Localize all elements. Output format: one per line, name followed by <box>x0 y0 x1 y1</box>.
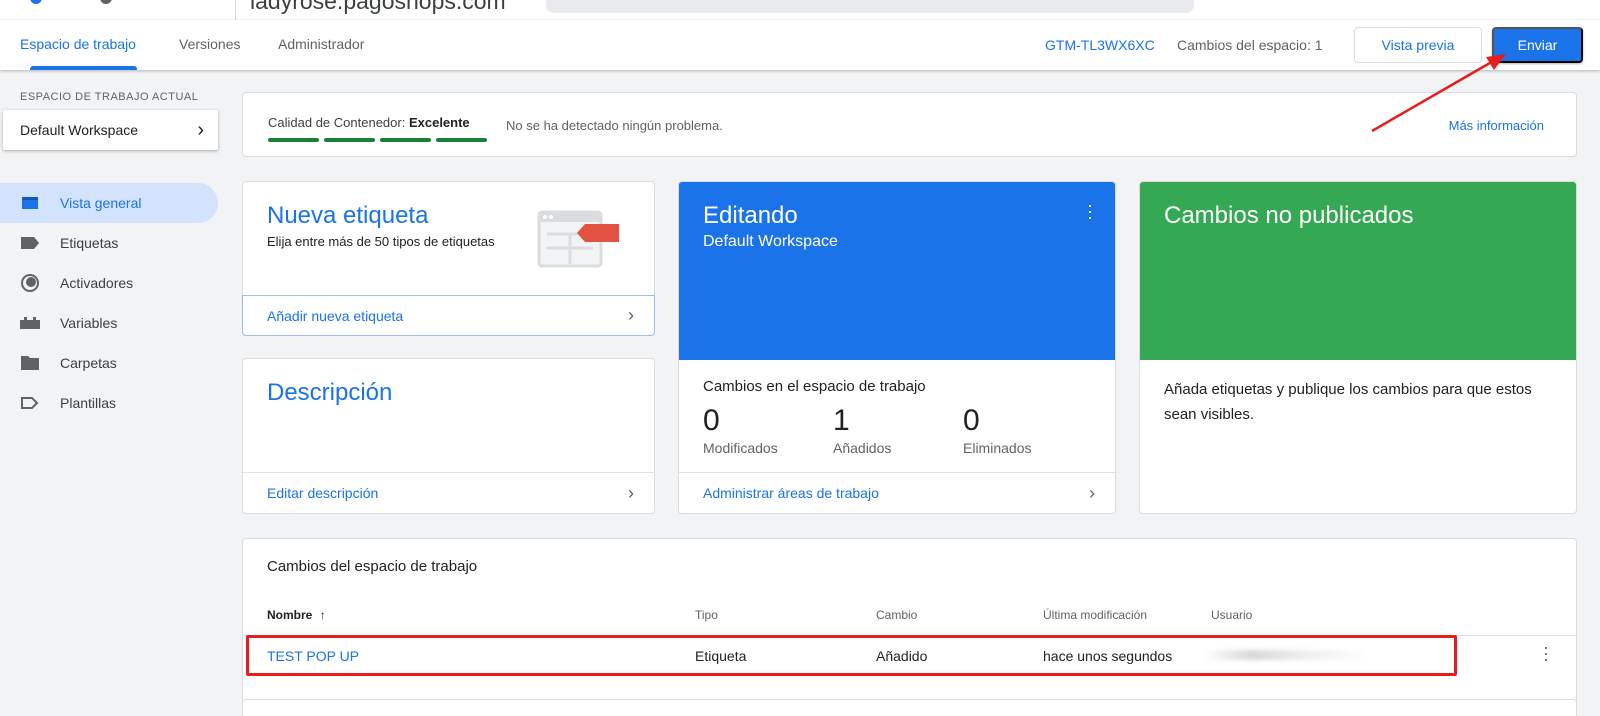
unpublished-title: Cambios no publicados <box>1164 202 1414 229</box>
new-tag-title[interactable]: Nueva etiqueta <box>267 202 428 230</box>
sidebar-item-folders[interactable]: Carpetas <box>0 343 218 383</box>
chevron-right-icon: › <box>628 482 634 503</box>
quality-label: Calidad de Contenedor: Excelente <box>268 115 470 130</box>
tag-icon <box>18 231 42 255</box>
stat-modified: 0 Modificados <box>703 404 778 456</box>
more-vert-icon[interactable]: · · · <box>1543 638 1549 668</box>
manage-workspaces-link[interactable]: Administrar áreas de trabajo › <box>679 472 1115 513</box>
search-bar[interactable] <box>546 0 1194 13</box>
quality-label-text: Calidad de Contenedor: <box>268 115 406 130</box>
edit-description-link[interactable]: Editar descripción › <box>243 472 654 513</box>
column-header-type[interactable]: Tipo <box>695 608 718 622</box>
manage-workspaces-label: Administrar áreas de trabajo <box>703 485 879 501</box>
more-info-link[interactable]: Más información <box>1449 118 1544 133</box>
container-quality-card: Calidad de Contenedor: Excelente No se h… <box>242 92 1577 157</box>
new-tag-subtitle: Elija entre más de 50 tipos de etiquetas <box>267 234 495 249</box>
tab-workspace[interactable]: Espacio de trabajo <box>20 36 136 52</box>
sidebar-item-label: Carpetas <box>60 355 117 371</box>
description-title: Descripción <box>267 379 393 406</box>
stat-value: 0 <box>703 404 720 437</box>
workspace-changes-count: Cambios del espacio: 1 <box>1177 37 1323 53</box>
quality-meter <box>268 138 487 142</box>
workspace-changes-table: Cambios del espacio de trabajo Nombre ↑ … <box>242 538 1577 705</box>
row-name-link[interactable]: TEST POP UP <box>267 648 359 664</box>
sidebar-nav: Vista general Etiquetas Activadores Vari… <box>0 183 218 423</box>
sidebar-item-templates[interactable]: Plantillas <box>0 383 218 423</box>
next-card <box>242 699 1577 716</box>
quality-value: Excelente <box>408 115 470 130</box>
new-tag-card: Nueva etiqueta Elija entre más de 50 tip… <box>242 181 655 336</box>
chevron-right-icon: › <box>1089 482 1095 503</box>
editing-card: Editando Default Workspace · · · Cambios e… <box>678 181 1116 514</box>
gtm-logo <box>30 0 112 4</box>
sidebar-item-tags[interactable]: Etiquetas <box>0 223 218 263</box>
stat-value: 0 <box>963 404 980 437</box>
tab-admin[interactable]: Administrador <box>278 36 364 52</box>
workspace-changes-heading: Cambios en el espacio de trabajo <box>703 378 926 395</box>
sidebar-item-label: Activadores <box>60 275 134 291</box>
quality-segment <box>268 138 319 142</box>
stat-label: Eliminados <box>963 440 1032 456</box>
column-header-change[interactable]: Cambio <box>876 608 917 622</box>
unpublished-body: Añada etiquetas y publique los cambios p… <box>1164 381 1532 423</box>
top-toolbar: Espacio de trabajo Versiones Administrad… <box>0 20 1600 70</box>
chevron-right-icon: › <box>197 118 204 141</box>
stat-label: Modificados <box>703 440 778 456</box>
preview-button[interactable]: Vista previa <box>1354 27 1482 63</box>
column-header-modified[interactable]: Última modificación <box>1043 608 1147 622</box>
row-modified: hace unos segundos <box>1043 648 1173 664</box>
column-header-label: Nombre <box>267 608 313 622</box>
table-title: Cambios del espacio de trabajo <box>267 558 478 575</box>
sidebar-item-label: Variables <box>60 315 118 331</box>
row-change: Añadido <box>876 648 928 664</box>
sidebar-item-label: Etiquetas <box>60 235 119 251</box>
quality-message: No se ha detectado ningún problema. <box>506 118 723 133</box>
workspace-name: Default Workspace <box>20 122 139 138</box>
quality-segment <box>436 138 487 142</box>
chevron-right-icon: › <box>628 305 634 325</box>
browser-strip: ladyrose.pagoshops.com <box>0 0 1600 20</box>
container-id[interactable]: GTM-TL3WX6XC <box>1045 37 1155 53</box>
stat-deleted: 0 Eliminados <box>963 404 1031 456</box>
editing-workspace: Default Workspace <box>703 233 838 250</box>
arrow-up-icon: ↑ <box>319 608 326 622</box>
overview-icon <box>18 191 42 215</box>
workspace-selector[interactable]: Default Workspace › <box>3 110 218 150</box>
row-type: Etiqueta <box>695 648 747 664</box>
sidebar-item-label: Plantillas <box>60 395 117 411</box>
sidebar-item-label: Vista general <box>60 195 142 211</box>
quality-segment <box>380 138 431 142</box>
submit-button[interactable]: Enviar <box>1492 27 1583 63</box>
stat-added: 1 Añadidos <box>833 404 891 456</box>
column-header-name[interactable]: Nombre ↑ <box>267 608 326 622</box>
unpublished-changes-card: Cambios no publicados Añada etiquetas y … <box>1139 181 1577 514</box>
row-user-redacted <box>1203 650 1368 660</box>
add-new-tag-label: Añadir nueva etiqueta <box>267 307 404 324</box>
tab-versions[interactable]: Versiones <box>179 36 240 52</box>
table-row[interactable]: TEST POP UP Etiqueta Añadido hace unos s… <box>243 635 1576 674</box>
sidebar-item-variables[interactable]: Variables <box>0 303 218 343</box>
stat-label: Añadidos <box>833 440 892 456</box>
stat-value: 1 <box>833 404 850 437</box>
variables-icon <box>18 311 42 335</box>
workspace-label: ESPACIO DE TRABAJO ACTUAL <box>20 91 199 103</box>
active-tab-indicator <box>30 66 137 70</box>
template-icon <box>18 391 42 415</box>
folder-icon <box>18 351 42 375</box>
column-header-user[interactable]: Usuario <box>1211 608 1252 622</box>
sidebar-item-triggers[interactable]: Activadores <box>0 263 218 303</box>
site-url: ladyrose.pagoshops.com <box>250 0 506 14</box>
edit-description-label: Editar descripción <box>267 485 379 501</box>
description-card: Descripción Editar descripción › <box>242 358 655 514</box>
trigger-icon <box>18 271 42 295</box>
editing-title: Editando <box>703 202 798 229</box>
add-new-tag-link[interactable]: Añadir nueva etiqueta › <box>242 295 655 336</box>
sidebar-item-overview[interactable]: Vista general <box>0 183 218 223</box>
tag-illustration-icon <box>537 210 619 268</box>
quality-segment <box>324 138 375 142</box>
divider <box>235 0 236 20</box>
more-vert-icon[interactable]: · · · <box>1087 196 1093 226</box>
